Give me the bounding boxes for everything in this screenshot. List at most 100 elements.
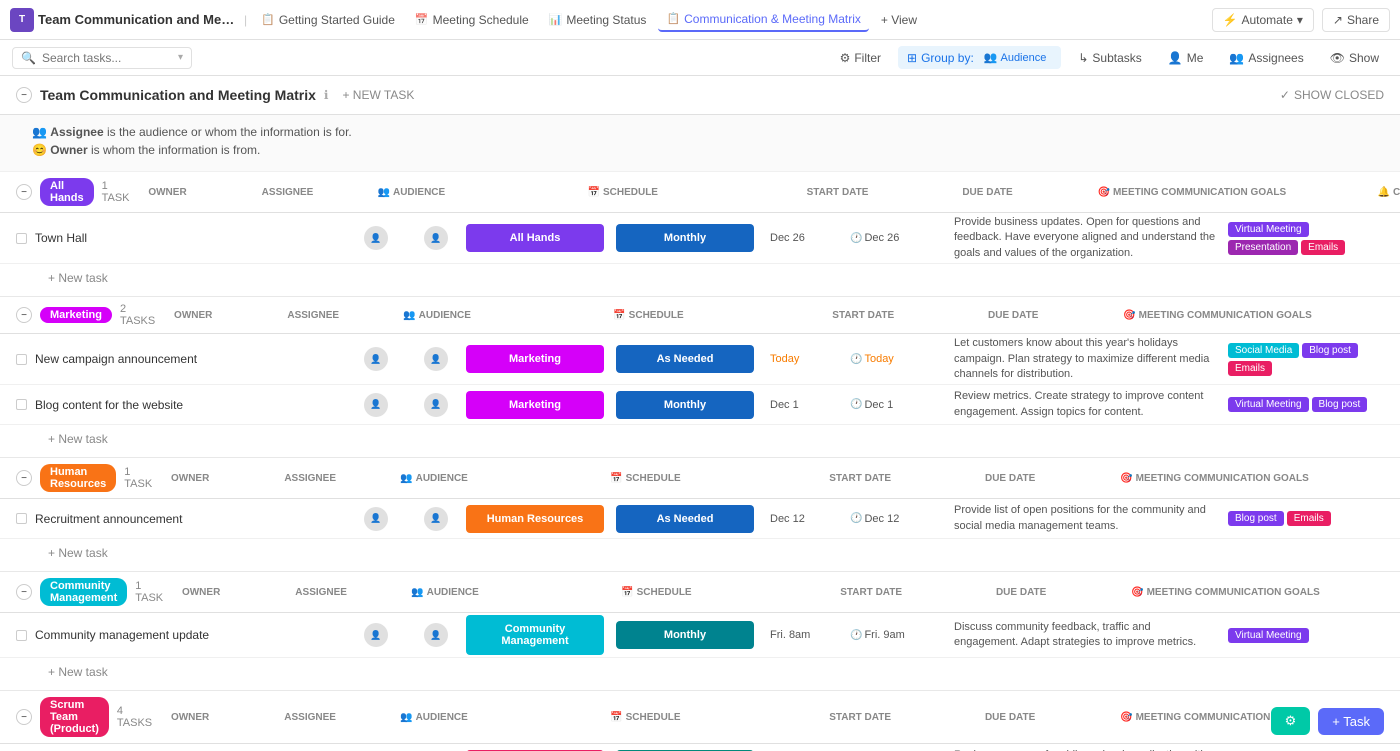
tab-icon-2: 📅 xyxy=(415,13,429,26)
task-row-2-0: Recruitment announcement 👤 👤 Human Resou… xyxy=(0,499,1400,539)
goals-cell: Discuss community feedback, traffic and … xyxy=(946,620,1224,651)
tab-meeting-schedule[interactable]: 📅 Meeting Schedule xyxy=(407,9,537,31)
search-box[interactable]: 🔍 ▾ xyxy=(12,47,192,69)
col-owner: OWNER xyxy=(163,310,223,321)
due-date-cell: 🕐Fri. 9am xyxy=(846,629,946,641)
audience-col-icon: 👥 xyxy=(378,187,390,198)
task-row-4-0: Daily Scrum 👤 👤 Scrum Team (Product) Dai… xyxy=(0,744,1400,751)
method-col-icon: 🔔 xyxy=(1378,187,1390,198)
method-badge: Emails xyxy=(1301,240,1345,255)
task-name: Blog content for the website xyxy=(35,398,183,412)
owner-avatar: 👤 xyxy=(364,226,388,250)
group-row-1: − Marketing 2 TASKS OWNER ASSIGNEE 👥AUDI… xyxy=(0,297,1400,334)
view-btn[interactable]: + View xyxy=(873,9,925,31)
due-date-cell: 🕐Dec 1 xyxy=(846,399,946,411)
task-checkbox[interactable] xyxy=(16,399,27,410)
owner-cell: 👤 xyxy=(346,347,406,371)
schedule-badge: Monthly xyxy=(616,621,754,649)
col-start: START DATE xyxy=(798,187,878,198)
col-schedule: 📅SCHEDULE xyxy=(588,187,738,198)
tab-getting-started[interactable]: 📋 Getting Started Guide xyxy=(253,9,403,31)
new-task-link[interactable]: + New task xyxy=(16,662,140,682)
description-box: 👥 Assignee is the audience or whom the i… xyxy=(0,115,1400,172)
col-audience: 👥AUDIENCE xyxy=(411,587,561,598)
assignees-btn[interactable]: 👥 Assignees xyxy=(1220,47,1312,69)
subtasks-icon: ↳ xyxy=(1078,51,1088,65)
start-date-cell: Today xyxy=(766,353,846,365)
new-task-btn[interactable]: + NEW TASK xyxy=(336,86,420,104)
group-collapse-btn[interactable]: − xyxy=(16,584,32,600)
new-task-row-0: + New task xyxy=(0,264,1400,297)
col-start: START DATE xyxy=(823,310,903,321)
toolbar: 🔍 ▾ ⚙ Filter ⊞ Group by: 👥 Audience ↳ Su… xyxy=(0,40,1400,76)
audience-badge: Human Resources xyxy=(466,505,604,533)
start-date-cell: Dec 26 xyxy=(766,232,846,244)
methods-cell: Virtual MeetingPresentationEmails xyxy=(1224,222,1384,255)
group-row-4: − Scrum Team (Product) 4 TASKS OWNER ASS… xyxy=(0,691,1400,744)
show-closed-btn[interactable]: ✓ SHOW CLOSED xyxy=(1280,88,1384,102)
method-badge: Blog post xyxy=(1228,511,1284,526)
goals-col-icon: 🎯 xyxy=(1120,473,1132,484)
share-btn[interactable]: ↗ Share xyxy=(1322,8,1390,32)
methods-cell: Social MediaBlog postEmails xyxy=(1224,343,1384,376)
method-badge: Blog post xyxy=(1312,397,1368,412)
col-schedule: 📅SCHEDULE xyxy=(621,587,771,598)
start-date-cell: Dec 1 xyxy=(766,399,846,411)
schedule-badge: As Needed xyxy=(616,345,754,373)
collapse-btn[interactable]: − xyxy=(16,87,32,103)
group-collapse-btn[interactable]: − xyxy=(16,307,32,323)
info-icon[interactable]: ℹ xyxy=(324,88,329,102)
group-collapse-btn[interactable]: − xyxy=(16,184,32,200)
tab-icon-1: 📋 xyxy=(261,13,275,26)
audience-cell: Human Resources xyxy=(466,505,616,533)
schedule-col-icon: 📅 xyxy=(610,473,622,484)
audience-badge: All Hands xyxy=(466,224,604,252)
task-checkbox[interactable] xyxy=(16,630,27,641)
owner-avatar: 👤 xyxy=(364,393,388,417)
owner-cell: 👤 xyxy=(346,226,406,250)
task-name: Community management update xyxy=(35,628,209,642)
groups-container: − All Hands 1 TASK OWNER ASSIGNEE 👥AUDIE… xyxy=(0,172,1400,751)
tab-meeting-status[interactable]: 📊 Meeting Status xyxy=(541,9,655,31)
col-due: DUE DATE xyxy=(938,187,1038,198)
goals-cell: Let customers know about this year's hol… xyxy=(946,336,1224,382)
new-task-link[interactable]: + New task xyxy=(16,429,140,449)
task-checkbox[interactable] xyxy=(16,513,27,524)
clock-icon: 🕐 xyxy=(850,513,862,524)
group-row-0: − All Hands 1 TASK OWNER ASSIGNEE 👥AUDIE… xyxy=(0,172,1400,213)
col-owner: OWNER xyxy=(160,712,220,723)
new-task-row-2: + New task xyxy=(0,539,1400,572)
main-content: − Team Communication and Meeting Matrix … xyxy=(0,76,1400,751)
group-collapse-btn[interactable]: − xyxy=(16,709,32,725)
schedule-col-icon: 📅 xyxy=(588,187,600,198)
project-title-tab: Team Communication and Meeting Ma... xyxy=(38,12,238,27)
assignees-icon: 👥 xyxy=(1229,51,1244,65)
automate-btn[interactable]: ⚡ Automate ▾ xyxy=(1212,8,1314,32)
new-task-link[interactable]: + New task xyxy=(16,543,140,563)
me-btn[interactable]: 👤 Me xyxy=(1159,47,1213,69)
checkmark-icon: ✓ xyxy=(1280,88,1290,102)
group-collapse-btn[interactable]: − xyxy=(16,470,32,486)
owner-avatar: 👤 xyxy=(364,507,388,531)
task-checkbox[interactable] xyxy=(16,354,27,365)
col-goals: 🎯MEETING COMMUNICATION GOALS xyxy=(1120,473,1340,484)
col-schedule: 📅SCHEDULE xyxy=(610,712,760,723)
tab-communication-matrix[interactable]: 📋 Communication & Meeting Matrix xyxy=(658,8,868,32)
col-assignee: ASSIGNEE xyxy=(280,473,340,484)
method-badge: Presentation xyxy=(1228,240,1298,255)
filter-btn[interactable]: ⚙ Filter xyxy=(831,47,890,69)
schedule-cell: Monthly xyxy=(616,224,766,252)
show-btn[interactable]: 👁 Show xyxy=(1321,47,1388,69)
task-checkbox[interactable] xyxy=(16,233,27,244)
task-name: Recruitment announcement xyxy=(35,512,182,526)
subtasks-btn[interactable]: ↳ Subtasks xyxy=(1069,47,1150,69)
add-task-btn[interactable]: + Task xyxy=(1318,708,1384,735)
assignee-cell: 👤 xyxy=(406,393,466,417)
task-name: New campaign announcement xyxy=(35,352,197,366)
new-task-link[interactable]: + New task xyxy=(16,268,140,288)
search-input[interactable] xyxy=(42,51,172,65)
settings-btn[interactable]: ⚙ xyxy=(1271,707,1311,735)
automate-icon: ⚡ xyxy=(1223,13,1238,27)
col-assignee: ASSIGNEE xyxy=(280,712,340,723)
group-by-btn[interactable]: ⊞ Group by: 👥 Audience xyxy=(898,46,1061,69)
